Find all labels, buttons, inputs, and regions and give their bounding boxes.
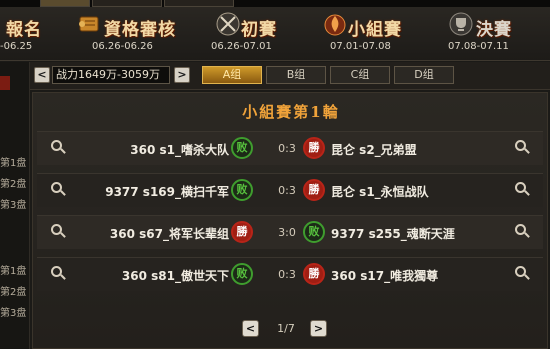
- left-result-badge: 败: [231, 137, 253, 159]
- stage-dates: 06.26-07.01: [211, 41, 272, 52]
- magnifier-icon[interactable]: [515, 266, 531, 282]
- top-tab-3[interactable]: [164, 0, 234, 7]
- stage-preliminary[interactable]: 初賽 06.26-07.01: [205, 7, 285, 61]
- stage-name: 報名: [6, 20, 42, 40]
- stage-name: 小組賽: [348, 20, 402, 40]
- magnifier-icon[interactable]: [515, 182, 531, 198]
- right-team-name: 昆仑 s2_兄弟盟: [331, 143, 417, 157]
- stage-dates: 07.08-07.11: [448, 41, 509, 52]
- stage-signup[interactable]: 報名 -06.25: [0, 7, 52, 61]
- stage-name: 資格審核: [104, 20, 176, 40]
- right-team-name: 360 s17_唯我獨尊: [331, 269, 439, 283]
- top-tab-strip: [0, 0, 550, 7]
- stage-name: 初賽: [241, 20, 277, 40]
- magnifier-icon[interactable]: [515, 140, 531, 156]
- prev-range-button[interactable]: <: [34, 67, 50, 83]
- round-sidebar: 第1盘 第2盘 第3盘 第1盘 第2盘 第3盘: [0, 62, 30, 349]
- pagination: < 1/7 >: [240, 320, 340, 340]
- match-board: 小組賽第1輪 360 s1_嗜杀大队 败 0:3 勝 昆仑 s2_兄弟盟 937…: [32, 92, 548, 349]
- stage-header: 報名 -06.25 資格審核 06.26-06.26 初賽 06.26-07.0…: [0, 7, 550, 61]
- match-row: 360 s81_傲世天下 败 0:3 勝 360 s17_唯我獨尊: [37, 257, 543, 291]
- right-team-name: 9377 s255_魂断天涯: [331, 227, 455, 241]
- right-result-badge: 勝: [303, 263, 325, 285]
- flame-shield-icon: [324, 14, 346, 36]
- right-result-badge: 勝: [303, 137, 325, 159]
- tab-group-a[interactable]: A组: [202, 66, 262, 84]
- match-score: 3:0: [278, 226, 296, 239]
- scroll-icon: [79, 16, 99, 32]
- next-page-button[interactable]: >: [310, 320, 327, 337]
- magnifier-icon[interactable]: [51, 140, 67, 156]
- match-score: 0:3: [278, 268, 296, 281]
- tab-group-d[interactable]: D组: [394, 66, 454, 84]
- crossed-swords-icon: [216, 12, 240, 36]
- sidebar-round-label[interactable]: 第2盘: [0, 175, 26, 190]
- next-range-button[interactable]: >: [174, 67, 190, 83]
- round-title: 小組賽第1輪: [242, 103, 340, 121]
- match-row: 360 s67_将军长辈组 勝 3:0 败 9377 s255_魂断天涯: [37, 215, 543, 249]
- right-team-name: 昆仑 s1_永恒战队: [331, 185, 429, 199]
- match-score: 0:3: [278, 184, 296, 197]
- sidebar-round-label[interactable]: 第3盘: [0, 196, 26, 211]
- stage-dates: 06.26-06.26: [92, 41, 153, 52]
- side-marker: [0, 76, 10, 90]
- stage-dates: 07.01-07.08: [330, 41, 391, 52]
- stage-group[interactable]: 小組賽 07.01-07.08: [318, 7, 408, 61]
- left-team-name: 360 s81_傲世天下: [121, 269, 229, 283]
- magnifier-icon[interactable]: [515, 224, 531, 240]
- sidebar-round-label[interactable]: 第1盘: [0, 154, 26, 169]
- main-panel: < 战力1649万-3059万 > A组 B组 C组 D组 小組賽第1輪 360…: [30, 62, 550, 349]
- match-score: 0:3: [278, 142, 296, 155]
- tab-group-c[interactable]: C组: [330, 66, 390, 84]
- stage-dates: -06.25: [0, 41, 33, 52]
- left-team-name: 360 s1_嗜杀大队: [130, 143, 229, 157]
- right-result-badge: 勝: [303, 179, 325, 201]
- left-team-name: 9377 s169_横扫千军: [105, 185, 229, 199]
- stage-qualification[interactable]: 資格審核 06.26-06.26: [70, 7, 180, 61]
- sidebar-round-label[interactable]: 第1盘: [0, 262, 26, 277]
- sidebar-round-label[interactable]: 第3盘: [0, 304, 26, 319]
- match-row: 9377 s169_横扫千军 败 0:3 勝 昆仑 s1_永恒战队: [37, 173, 543, 207]
- page-indicator: 1/7: [277, 322, 295, 335]
- left-result-badge: 败: [231, 179, 253, 201]
- power-range-value: 战力1649万-3059万: [56, 68, 160, 81]
- match-row: 360 s1_嗜杀大队 败 0:3 勝 昆仑 s2_兄弟盟: [37, 131, 543, 165]
- filter-bar: < 战力1649万-3059万 > A组 B组 C组 D组: [30, 62, 550, 90]
- magnifier-icon[interactable]: [51, 224, 67, 240]
- magnifier-icon[interactable]: [51, 182, 67, 198]
- left-result-badge: 败: [231, 263, 253, 285]
- prev-page-button[interactable]: <: [242, 320, 259, 337]
- right-result-badge: 败: [303, 221, 325, 243]
- top-tab-1[interactable]: [40, 0, 90, 7]
- tab-group-b[interactable]: B组: [266, 66, 326, 84]
- sidebar-round-label[interactable]: 第2盘: [0, 283, 26, 298]
- trophy-icon: [449, 12, 473, 36]
- left-team-name: 360 s67_将军长辈组: [109, 227, 229, 241]
- stage-name: 決賽: [476, 20, 512, 40]
- stage-final[interactable]: 決賽 07.08-07.11: [444, 7, 544, 61]
- magnifier-icon[interactable]: [51, 266, 67, 282]
- top-tab-2[interactable]: [92, 0, 162, 7]
- power-range-select[interactable]: 战力1649万-3059万: [52, 66, 170, 84]
- left-result-badge: 勝: [231, 221, 253, 243]
